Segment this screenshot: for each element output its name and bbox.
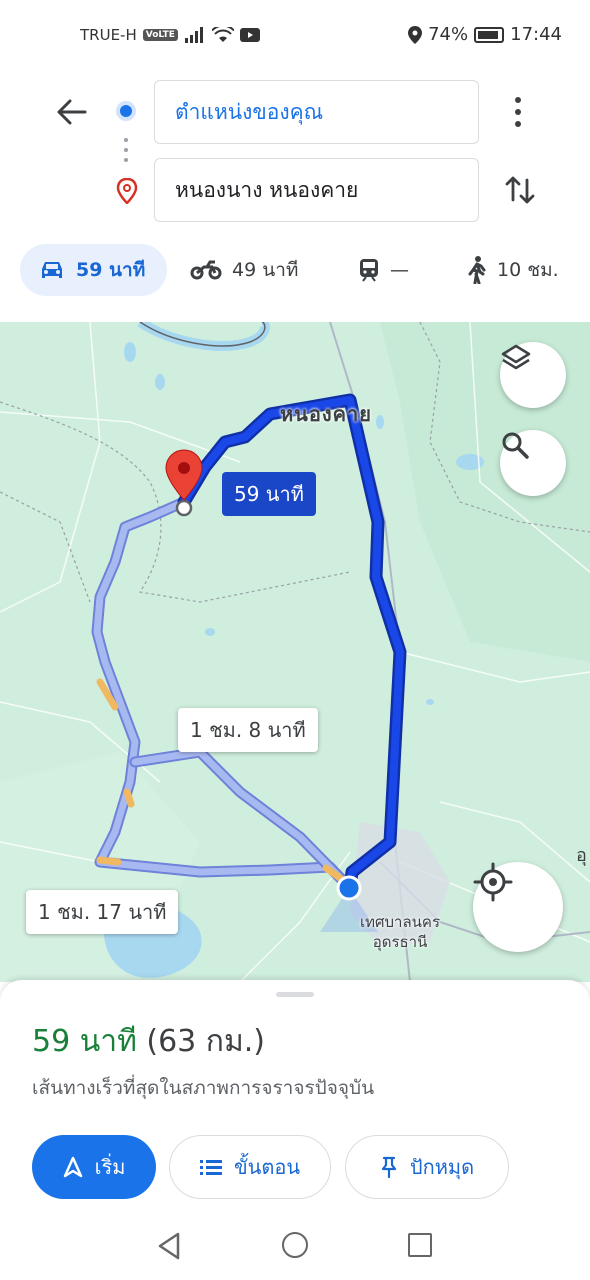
destination-field[interactable]: หนองนาง หนองคาย [154,158,479,222]
car-icon [42,262,62,278]
carrier-name: TRUE-H [80,26,137,44]
arrow-back-icon [57,99,87,125]
nav-recents-icon[interactable] [408,1233,432,1257]
swap-button[interactable] [500,170,540,210]
route-duration: 59 นาที [32,1024,137,1059]
system-nav-bar [0,1210,590,1280]
city-label-line2: อุดรธานี [372,933,428,951]
start-button-label: เริ่ม [94,1155,126,1179]
clock: 17:44 [510,24,562,45]
signal-icon [184,27,203,43]
route-callout-primary[interactable]: 59 นาที [222,472,316,516]
tab-car[interactable]: 59 นาที [20,244,167,296]
location-icon [408,25,423,44]
city-label-line1: เทศบาลนคร [360,913,441,931]
motorcycle-icon [190,260,222,280]
walk-icon [468,256,486,284]
steps-button-label: ขั้นตอน [233,1155,300,1179]
layers-icon [501,344,531,370]
tab-walk-label: 10 ชม. [497,259,559,281]
layers-button[interactable] [500,342,566,408]
youtube-icon [239,28,260,42]
nav-home-icon[interactable] [282,1232,308,1258]
tab-motorcycle-label: 49 นาที [232,259,299,281]
tab-transit-label: — [390,259,409,281]
status-bar: TRUE-H VoLTE 74% 17:44 [0,0,590,72]
sheet-drag-handle[interactable] [276,992,314,997]
status-left: TRUE-H VoLTE [80,26,260,44]
tab-motorcycle[interactable]: 49 นาที [190,244,298,296]
route-distance: (63 กม.) [146,1024,265,1059]
route-summary: 59 นาที (63 กม.) [32,1018,265,1065]
my-location-button[interactable] [473,862,563,952]
route-connector-icon [124,138,128,162]
navigation-arrow-icon [63,1156,82,1178]
origin-field[interactable]: ตำแหน่งของคุณ [154,80,479,144]
back-button[interactable] [52,92,92,132]
battery-percent: 74% [428,24,469,45]
more-options-button[interactable] [504,94,532,130]
pushpin-icon [381,1156,397,1178]
place-label-udonthani: เทศบาลนคร อุดรธานี [360,912,440,952]
pin-button-label: ปักหมุด [409,1155,475,1179]
wifi-icon [211,27,234,42]
steps-button[interactable]: ขั้นตอน [169,1135,331,1199]
tab-walk[interactable]: 10 ชม. [467,244,559,296]
travel-mode-tabs: 59 นาที 49 นาที — 10 ชม. [0,240,590,300]
origin-dot-icon [116,101,136,121]
transit-icon [360,259,378,282]
start-button[interactable]: เริ่ม [32,1135,156,1199]
route-callout-alt-2[interactable]: 1 ชม. 17 นาที [26,890,179,934]
volte-badge: VoLTE [142,29,178,41]
map-view[interactable]: หนองคาย เทศบาลนคร อุดรธานี อุ 59 นาที 1 … [0,322,590,982]
place-label-edge: อุ [576,845,587,866]
tab-car-label: 59 นาที [76,259,146,281]
route-subtitle: เส้นทางเร็วที่สุดในสภาพการจราจรปัจจุบัน [32,1077,375,1099]
list-icon [199,1160,222,1175]
search-icon [502,432,529,459]
place-label-nongkhai: หนองคาย [280,402,372,426]
pin-button[interactable]: ปักหมุด [345,1135,509,1199]
current-location-icon [336,875,362,901]
crosshair-icon [473,862,513,902]
map-search-button[interactable] [500,430,566,496]
status-right: 74% 17:44 [408,24,562,45]
more-vert-icon [515,97,521,103]
route-callout-alt-1[interactable]: 1 ชม. 8 นาที [178,708,318,752]
tab-transit[interactable]: — [358,244,409,296]
nav-back-icon[interactable] [156,1232,182,1260]
destination-pin-icon [116,178,138,204]
battery-icon [474,26,505,43]
